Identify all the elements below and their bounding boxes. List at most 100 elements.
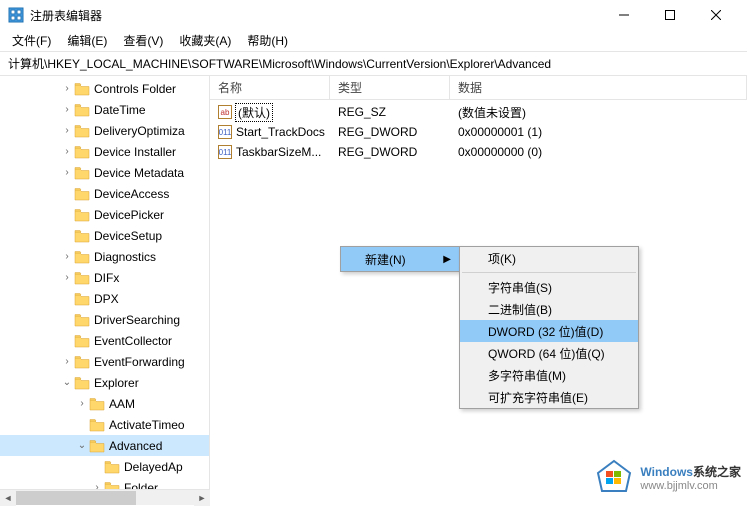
app-icon: [8, 7, 24, 23]
context-item[interactable]: 字符串值(S): [460, 276, 638, 298]
value-name: Start_TrackDocs: [236, 125, 325, 139]
col-name[interactable]: 名称: [210, 76, 330, 99]
tree-item[interactable]: › AAM: [0, 393, 209, 414]
tree-item-label: Folder: [124, 481, 158, 490]
folder-icon: [74, 145, 90, 159]
tree-item-label: DIFx: [94, 271, 119, 285]
watermark-text: Windows系统之家 www.bjjmlv.com: [640, 463, 741, 492]
context-item[interactable]: 项(K): [460, 247, 638, 269]
tree-item[interactable]: › Controls Folder: [0, 78, 209, 99]
context-item[interactable]: 可扩充字符串值(E): [460, 386, 638, 408]
folder-icon: [74, 355, 90, 369]
context-item-label: 新建(N): [365, 251, 406, 268]
chevron-right-icon[interactable]: ›: [75, 398, 89, 409]
context-item[interactable]: 多字符串值(M): [460, 364, 638, 386]
col-type[interactable]: 类型: [330, 76, 450, 99]
scroll-right-button[interactable]: ►: [194, 490, 210, 506]
folder-icon: [74, 208, 90, 222]
tree-item[interactable]: ›DateTime: [0, 99, 209, 120]
tree-item[interactable]: DevicePicker: [0, 204, 209, 225]
menu-separator: [462, 272, 636, 273]
list-row[interactable]: 011TaskbarSizeM...REG_DWORD0x00000000 (0…: [210, 142, 747, 162]
tree-item-label: DeliveryOptimiza: [94, 124, 185, 138]
tree-hscroll[interactable]: ◄ ►: [0, 489, 210, 505]
col-data[interactable]: 数据: [450, 76, 747, 99]
binary-value-icon: 011: [218, 145, 232, 159]
chevron-right-icon[interactable]: ›: [60, 83, 74, 94]
scroll-left-button[interactable]: ◄: [0, 490, 16, 506]
tree-item-label: EventCollector: [94, 334, 172, 348]
tree-item-label: DevicePicker: [94, 208, 164, 222]
folder-icon: [104, 481, 120, 490]
tree-item-label: AAM: [109, 397, 135, 411]
tree-item-label: DelayedAp: [124, 460, 183, 474]
value-type: REG_DWORD: [330, 145, 450, 159]
list-body[interactable]: ab(默认)REG_SZ(数值未设置) 011 Start_TrackDocs REG…: [210, 100, 747, 162]
folder-icon: [74, 103, 90, 117]
tree-item[interactable]: ⌄Explorer: [0, 372, 209, 393]
folder-icon: [74, 334, 90, 348]
folder-icon: [74, 250, 90, 264]
folder-icon: [74, 166, 90, 180]
tree-item-label: Controls Folder: [94, 82, 176, 96]
tree-item[interactable]: DelayedAp: [0, 456, 209, 477]
menu-help[interactable]: 帮助(H): [239, 30, 296, 51]
tree-item-label: EventForwarding: [94, 355, 185, 369]
maximize-button[interactable]: [647, 0, 693, 30]
menu-view[interactable]: 查看(V): [115, 30, 171, 51]
context-item[interactable]: 二进制值(B): [460, 298, 638, 320]
tree-pane[interactable]: ›Controls Folder›DateTime›DeliveryOptimi…: [0, 76, 210, 489]
tree-item[interactable]: DPX: [0, 288, 209, 309]
list-row[interactable]: ab(默认)REG_SZ(数值未设置): [210, 102, 747, 122]
tree-item[interactable]: › DeliveryOptimiza: [0, 120, 209, 141]
folder-icon: [74, 229, 90, 243]
tree-item[interactable]: DeviceAccess: [0, 183, 209, 204]
value-name: (默认): [236, 104, 272, 121]
binary-value-icon: 011: [218, 125, 232, 139]
tree-item[interactable]: › DIFx: [0, 267, 209, 288]
chevron-right-icon[interactable]: ›: [60, 167, 74, 178]
menu-file[interactable]: 文件(F): [4, 30, 59, 51]
folder-icon: [89, 439, 105, 453]
tree-item[interactable]: ›Diagnostics: [0, 246, 209, 267]
context-menu-new: 新建(N) ▶: [340, 246, 460, 272]
folder-icon: [74, 187, 90, 201]
titlebar: 注册表编辑器: [0, 0, 747, 30]
scroll-track[interactable]: [16, 490, 194, 506]
address-bar[interactable]: 计算机\HKEY_LOCAL_MACHINE\SOFTWARE\Microsof…: [0, 52, 747, 76]
tree-item[interactable]: EventCollector: [0, 330, 209, 351]
tree-item[interactable]: ActivateTimeo: [0, 414, 209, 435]
value-data: 0x00000001 (1): [450, 125, 747, 139]
chevron-right-icon[interactable]: ›: [60, 125, 74, 136]
context-item-new[interactable]: 新建(N) ▶: [341, 247, 459, 271]
chevron-right-icon[interactable]: ›: [60, 251, 74, 262]
tree-item[interactable]: ›Device Installer: [0, 141, 209, 162]
chevron-right-icon[interactable]: ›: [60, 104, 74, 115]
tree-item[interactable]: › EventForwarding: [0, 351, 209, 372]
menu-fav[interactable]: 收藏夹(A): [171, 30, 239, 51]
scroll-thumb[interactable]: [16, 491, 136, 505]
tree-item[interactable]: DriverSearching: [0, 309, 209, 330]
tree-item[interactable]: ⌄Advanced: [0, 435, 209, 456]
menu-edit[interactable]: 编辑(E): [59, 30, 115, 51]
chevron-right-icon[interactable]: ›: [90, 482, 104, 489]
list-row[interactable]: 011Start_TrackDocsREG_DWORD0x00000001 (1…: [210, 122, 747, 142]
tree-item[interactable]: ›Device Metadata: [0, 162, 209, 183]
chevron-right-icon[interactable]: ›: [60, 272, 74, 283]
context-item[interactable]: DWORD (32 位)值(D): [460, 320, 638, 342]
value-data: 0x00000000 (0): [450, 145, 747, 159]
minimize-button[interactable]: [601, 0, 647, 30]
folder-icon: [74, 82, 90, 96]
chevron-right-icon[interactable]: ›: [60, 146, 74, 157]
tree-item[interactable]: › Folder: [0, 477, 209, 489]
chevron-right-icon[interactable]: ›: [60, 356, 74, 367]
chevron-down-icon[interactable]: ⌄: [75, 440, 89, 451]
chevron-down-icon[interactable]: ⌄: [60, 377, 74, 388]
folder-icon: [104, 460, 120, 474]
window-title: 注册表编辑器: [30, 7, 601, 24]
folder-icon: [89, 418, 105, 432]
close-button[interactable]: [693, 0, 739, 30]
context-item[interactable]: QWORD (64 位)值(Q): [460, 342, 638, 364]
tree-item[interactable]: DeviceSetup: [0, 225, 209, 246]
watermark: Windows系统之家 www.bjjmlv.com: [596, 459, 741, 495]
